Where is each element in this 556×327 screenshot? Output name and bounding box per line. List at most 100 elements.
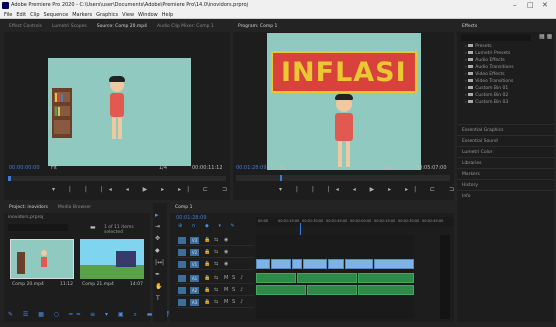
lock-icon[interactable]: 🔒 xyxy=(204,249,210,255)
menu-edit[interactable]: Edit xyxy=(16,11,26,19)
eye-icon[interactable]: ◉ xyxy=(224,237,228,243)
track-label[interactable]: V1 xyxy=(190,261,199,268)
tab-sequence[interactable]: Comp 1 xyxy=(170,203,197,213)
effects-item[interactable]: › Presets xyxy=(465,44,492,49)
maximize-button[interactable]: □ xyxy=(527,1,534,9)
mic-icon[interactable]: ♪ xyxy=(240,299,243,305)
solo-icon[interactable]: S xyxy=(232,275,235,281)
video-clip[interactable] xyxy=(256,259,270,269)
project-search-input[interactable] xyxy=(8,224,68,231)
track-label[interactable]: A1 xyxy=(190,275,199,282)
bin-icon[interactable]: ▦ ▦ xyxy=(539,33,552,40)
sync-icon[interactable]: ⇆ xyxy=(214,237,218,243)
effects-search-input[interactable] xyxy=(461,34,531,41)
mute-icon[interactable]: M xyxy=(224,287,228,293)
program-transport-controls[interactable]: ▾ | | |◂ ◂ ▶ ▸ ▸| ⊏ ⊐ ▣ xyxy=(279,186,480,193)
menu-help[interactable]: Help xyxy=(162,11,173,19)
tab-project[interactable]: Project: inovidors xyxy=(4,203,53,213)
timeline-ruler[interactable]: 00:00 00:01:15:00 00:01:30:00 00:01:45:0… xyxy=(256,217,454,227)
track-label[interactable]: A2 xyxy=(190,287,199,294)
slip-tool-icon[interactable]: |↔| xyxy=(155,259,164,266)
mic-icon[interactable]: ♪ xyxy=(240,275,243,281)
effects-item[interactable]: › Custom Bin 01 xyxy=(465,86,508,91)
source-scale-dropdown[interactable]: 1/4 xyxy=(159,165,167,171)
tab-source[interactable]: Source: Comp 20.mp4 xyxy=(92,22,152,32)
program-fit-dropdown[interactable]: Fit xyxy=(280,165,286,171)
mute-icon[interactable]: M xyxy=(224,299,228,305)
tab-effect-controls[interactable]: Effect Controls xyxy=(4,22,47,32)
track-label[interactable]: A3 xyxy=(190,299,199,306)
program-video-frame[interactable]: INFLASI xyxy=(267,33,421,170)
menu-clip[interactable]: Clip xyxy=(30,11,39,19)
audio-clip[interactable] xyxy=(256,285,306,295)
pen-tool-icon[interactable]: ✒ xyxy=(155,271,160,278)
effects-item[interactable]: › Audio Transitions xyxy=(465,65,514,70)
lock-icon[interactable]: 🔒 xyxy=(204,299,210,305)
panel-libraries[interactable]: Libraries xyxy=(457,157,554,168)
source-timecode[interactable]: 00:00:00:00 xyxy=(9,165,40,171)
source-video-frame[interactable] xyxy=(48,58,191,166)
panel-essential-sound[interactable]: Essential Sound xyxy=(457,135,554,146)
sync-icon[interactable]: ⇆ xyxy=(214,299,218,305)
sync-icon[interactable]: ⇆ xyxy=(214,261,218,267)
lock-icon[interactable]: 🔒 xyxy=(204,237,210,243)
menu-view[interactable]: View xyxy=(122,11,134,19)
effects-item[interactable]: › Video Transitions xyxy=(465,79,513,84)
close-button[interactable]: ✕ xyxy=(542,1,548,9)
tab-lumetri-scopes[interactable]: Lumetri Scopes xyxy=(47,22,92,32)
sync-icon[interactable]: ⇆ xyxy=(214,275,218,281)
eye-icon[interactable]: ◉ xyxy=(224,249,228,255)
program-scale-dropdown[interactable]: 1/2 xyxy=(383,165,391,171)
timeline-snap-tools[interactable]: ⊕ ∩ ◆ ▾ ✎ xyxy=(178,223,239,229)
video-clip[interactable] xyxy=(345,259,373,269)
ripple-edit-tool-icon[interactable]: ✥ xyxy=(155,235,160,242)
audio-clip[interactable] xyxy=(256,273,296,283)
track-label[interactable]: V3 xyxy=(190,237,199,244)
lock-icon[interactable]: 🔒 xyxy=(204,287,210,293)
effects-item[interactable]: › Custom Bin 03 xyxy=(465,100,508,105)
panel-info[interactable]: Info xyxy=(457,190,554,201)
video-clip[interactable] xyxy=(271,259,291,269)
menu-window[interactable]: Window xyxy=(138,11,158,19)
audio-clip[interactable] xyxy=(307,285,357,295)
menu-markers[interactable]: Markers xyxy=(72,11,92,19)
tab-program[interactable]: Program: Comp 1 xyxy=(233,22,282,32)
panel-essential-graphics[interactable]: Essential Graphics xyxy=(457,124,554,135)
project-thumb[interactable] xyxy=(80,239,144,279)
effects-item[interactable]: › Custom Bin 02 xyxy=(465,93,508,98)
eye-icon[interactable]: ◉ xyxy=(224,261,228,267)
mic-icon[interactable]: ♪ xyxy=(240,287,243,293)
audio-clip[interactable] xyxy=(358,273,414,283)
source-scrubber[interactable] xyxy=(8,176,226,181)
project-footer-tools[interactable]: ✎ ☰ ▦ ○ ━━ ≡ ▾ ▣ ⌕ ▬ 🗑 xyxy=(8,311,174,319)
minimize-button[interactable]: – xyxy=(513,1,517,9)
source-fit-dropdown[interactable]: Fit xyxy=(51,165,57,171)
audio-clip[interactable] xyxy=(358,285,414,295)
timeline-timecode[interactable]: 00:01:28:09 xyxy=(176,215,207,221)
hand-tool-icon[interactable]: ✋ xyxy=(155,283,162,290)
menu-file[interactable]: File xyxy=(4,11,12,19)
panel-lumetri-color[interactable]: Lumetri Color xyxy=(457,146,554,157)
solo-icon[interactable]: S xyxy=(232,299,235,305)
project-thumb[interactable] xyxy=(10,239,74,279)
effects-item[interactable]: › Video Effects xyxy=(465,72,505,77)
timeline-tracks[interactable] xyxy=(256,235,414,319)
selection-tool-icon[interactable]: ▸ xyxy=(155,211,159,219)
lock-icon[interactable]: 🔒 xyxy=(204,261,210,267)
new-bin-icon[interactable]: ▬ xyxy=(90,224,96,231)
menu-sequence[interactable]: Sequence xyxy=(44,11,69,19)
menu-graphics[interactable]: Graphics xyxy=(96,11,118,19)
video-clip[interactable] xyxy=(303,259,327,269)
sync-icon[interactable]: ⇆ xyxy=(214,287,218,293)
solo-icon[interactable]: S xyxy=(232,287,235,293)
panel-markers[interactable]: Markers xyxy=(457,168,554,179)
video-clip[interactable] xyxy=(374,259,414,269)
video-clip[interactable] xyxy=(292,259,302,269)
effects-item[interactable]: › Lumetri Presets xyxy=(465,51,510,56)
program-scrubber[interactable] xyxy=(236,175,450,181)
tab-effects[interactable]: Effects xyxy=(457,22,482,32)
track-select-tool-icon[interactable]: ⇥ xyxy=(155,223,160,230)
razor-tool-icon[interactable]: ◆ xyxy=(155,247,160,254)
panel-history[interactable]: History xyxy=(457,179,554,190)
audio-clip[interactable] xyxy=(297,273,357,283)
